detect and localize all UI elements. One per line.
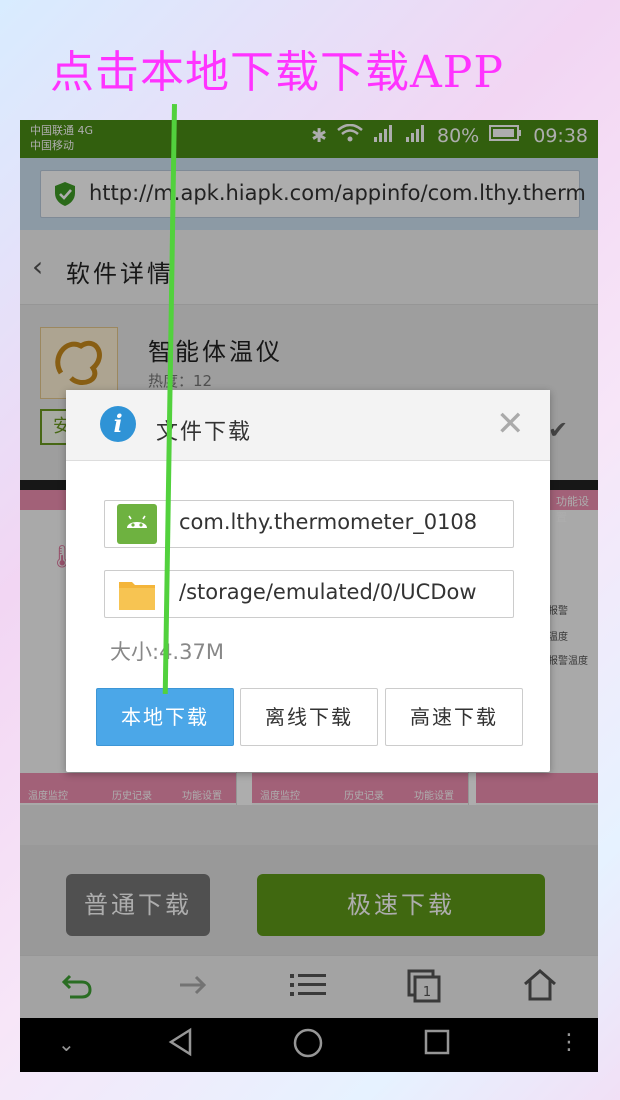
caption-text: 点击本地下载下载APP	[50, 47, 504, 98]
dialog-title-bar: i 文件下载 ✕	[66, 390, 550, 461]
local-download-button[interactable]: 本地下载	[96, 688, 234, 746]
info-icon: i	[100, 406, 136, 442]
offline-download-button[interactable]: 离线下载	[240, 688, 378, 746]
save-path-text: /storage/emulated/0/UCDow	[179, 580, 477, 604]
android-icon	[117, 504, 157, 544]
folder-icon	[117, 574, 157, 614]
filename-text: com.lthy.thermometer_0108	[179, 510, 478, 534]
phone-screen: 中国联通 4G 中国移动 ✱ 80% 09:38 http://m.apk.hi…	[20, 120, 598, 1072]
high-speed-download-button[interactable]: 高速下载	[385, 688, 523, 746]
file-download-dialog: i 文件下载 ✕ com.lthy.thermometer_0108 /stor…	[66, 390, 550, 772]
close-icon[interactable]: ✕	[496, 404, 525, 444]
